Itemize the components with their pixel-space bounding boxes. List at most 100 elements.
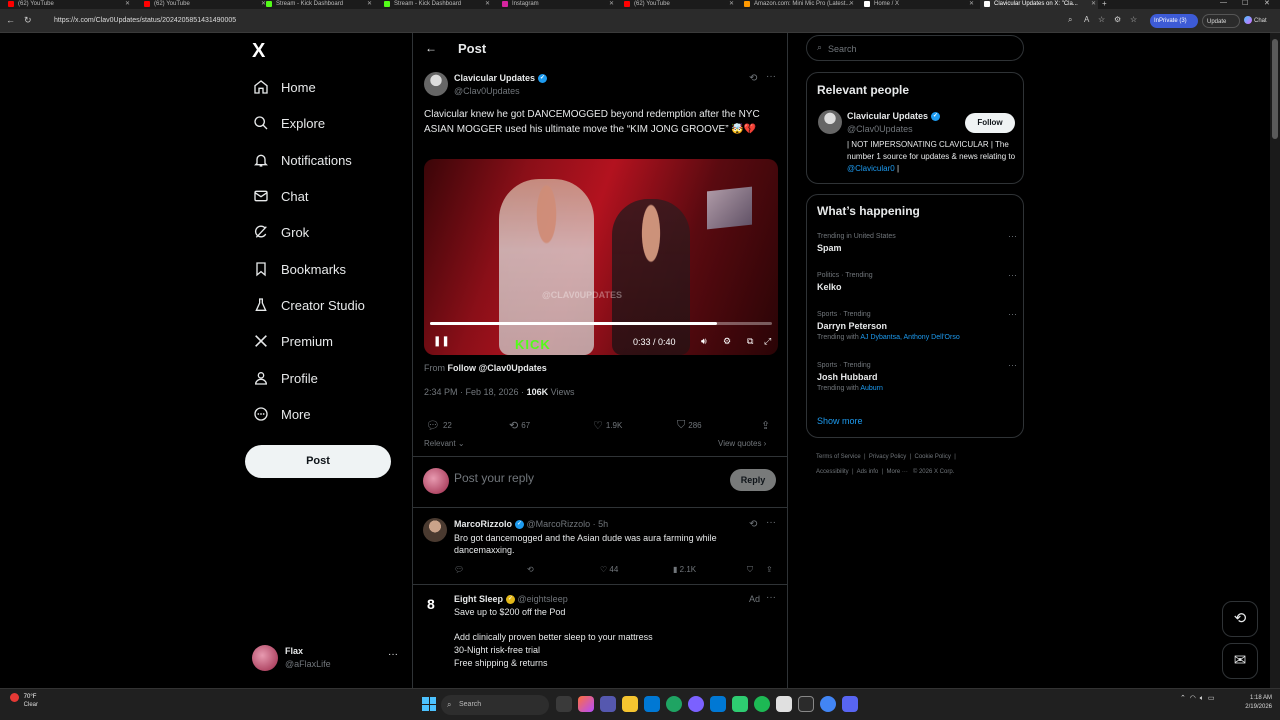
close-icon[interactable]: ✕ (125, 0, 130, 8)
windows-start-icon[interactable] (422, 697, 436, 711)
post-button[interactable]: Post (245, 445, 391, 478)
follow-button[interactable]: Follow (965, 113, 1015, 133)
share-icon[interactable]: ⇪ (766, 565, 773, 574)
trend-item[interactable]: Sports · Trending Darryn Peterson Trendi… (817, 309, 1017, 341)
repost-stat[interactable]: ⟲ 67 (509, 419, 530, 432)
close-icon[interactable]: ✕ (485, 0, 490, 8)
maximize-icon[interactable]: ☐ (1242, 0, 1248, 7)
new-tab-icon[interactable]: + (1102, 0, 1107, 8)
taskbar-search[interactable]: ⌕ Search (441, 695, 549, 715)
reply-stat[interactable]: 💬︎ 22 (426, 419, 452, 432)
comment-author-name[interactable]: MarcoRizzolo (454, 519, 512, 529)
account-switcher[interactable]: Flax @aFlaxLife ··· (252, 643, 402, 675)
more-dots-icon[interactable]: ··· (766, 592, 776, 603)
teams-icon[interactable] (600, 696, 616, 712)
grok-fab[interactable]: ⟲ (1222, 601, 1258, 637)
video-progress-bar[interactable] (430, 322, 772, 325)
browser-tab[interactable]: Home / X ✕ (860, 0, 976, 9)
eight-sleep-logo[interactable]: 8 (427, 596, 435, 612)
bookmark-stat[interactable]: ⛉ 286 (677, 419, 702, 432)
nav-home[interactable]: Home (252, 75, 316, 99)
nav-notifications[interactable]: Notifications (252, 148, 352, 172)
clock[interactable]: 1:18 AM 2/19/2026 (1228, 694, 1272, 712)
show-more-link[interactable]: Show more (817, 416, 863, 426)
comment-author-handle[interactable]: @MarcoRizzolo · 5h (527, 519, 609, 529)
inprivate-badge[interactable]: InPrivate (3) (1150, 14, 1198, 28)
person-handle[interactable]: @Clav0Updates (847, 124, 913, 134)
browser-tab[interactable]: (62) YouTube ✕ (4, 0, 132, 9)
nav-grok[interactable]: Grok (252, 220, 309, 244)
footer-link[interactable]: Cookie Policy (915, 454, 951, 460)
grok-icon[interactable]: ⟲ (749, 73, 757, 84)
chevron-up-icon[interactable]: ⌃ (1180, 695, 1186, 702)
ad-author-name[interactable]: Eight Sleep (454, 594, 503, 604)
views-stat[interactable]: ▮ 2.1K (673, 565, 696, 574)
pip-icon[interactable]: ⧉ (747, 336, 753, 347)
mail-app-icon[interactable] (710, 696, 726, 712)
more-dots-icon[interactable]: ··· (1008, 270, 1017, 280)
close-icon[interactable]: ✕ (849, 0, 854, 8)
close-icon[interactable]: ✕ (367, 0, 372, 8)
close-icon[interactable]: ✕ (1091, 0, 1096, 8)
like-stat[interactable]: ♡ 1.9K (593, 419, 622, 432)
more-dots-icon[interactable]: ··· (1008, 231, 1017, 241)
follow-source-link[interactable]: Follow @Clav0Updates (448, 363, 547, 373)
sort-relevant-dropdown[interactable]: Relevant ⌄ (424, 439, 465, 448)
browser-tab[interactable]: Stream - Kick Dashboard ✕ (262, 0, 374, 9)
zoom-icon[interactable]: ⌕ (1068, 15, 1072, 25)
bookmark-icon[interactable]: ⛉ (747, 565, 753, 575)
favorite-star-icon[interactable]: ☆ (1098, 15, 1105, 24)
avatar[interactable] (424, 72, 448, 96)
settings-icon[interactable]: ⚙ (723, 336, 731, 347)
back-arrow-icon[interactable]: ← (425, 41, 437, 55)
pause-icon[interactable]: ❚❚ (433, 336, 450, 347)
messages-fab[interactable]: ✉ (1222, 643, 1258, 679)
trend-item[interactable]: Politics · Trending Kelko ··· (817, 270, 1017, 292)
close-icon[interactable]: ✕ (609, 0, 614, 8)
nav-premium[interactable]: Premium (252, 329, 333, 353)
app-icon[interactable] (688, 696, 704, 712)
nav-more[interactable]: More (252, 402, 311, 426)
window-close-icon[interactable]: ✕ (1264, 0, 1270, 7)
back-icon[interactable]: ← (6, 15, 15, 25)
read-aloud-icon[interactable]: A (1084, 15, 1089, 24)
app-icon[interactable] (732, 696, 748, 712)
like-stat[interactable]: ♡ 44 (600, 565, 618, 574)
repost-icon[interactable]: ⟲ (527, 565, 534, 574)
obs-icon[interactable] (798, 696, 814, 712)
close-icon[interactable]: ✕ (969, 0, 974, 8)
browser-tab[interactable]: (62) YouTube ✕ (620, 0, 736, 9)
minimize-icon[interactable]: — (1220, 0, 1227, 6)
url-field[interactable]: https://x.com/Clav0Updates/status/202420… (48, 14, 1148, 28)
nav-explore[interactable]: Explore (252, 111, 325, 135)
collections-icon[interactable]: ☆ (1130, 15, 1137, 24)
trend-item[interactable]: Sports · Trending Josh Hubbard Trending … (817, 360, 1017, 392)
tweet-author-name[interactable]: Clavicular Updates ✓ (454, 73, 548, 84)
fullscreen-icon[interactable]: ⤢ (764, 336, 771, 347)
scrollbar-thumb[interactable] (1272, 39, 1278, 139)
reply-button[interactable]: Reply (730, 469, 776, 491)
reply-input[interactable]: Post your reply (454, 471, 534, 485)
more-dots-icon[interactable]: ··· (766, 517, 776, 528)
copilot-app-icon[interactable] (578, 696, 594, 712)
refresh-icon[interactable]: ↻ (24, 15, 32, 26)
bio-mention-link[interactable]: @Clavicular0 (847, 164, 895, 173)
x-logo[interactable]: X (252, 40, 265, 63)
avatar[interactable] (818, 110, 842, 134)
grok-icon[interactable]: ⟲ (749, 519, 757, 530)
more-dots-icon[interactable]: ··· (1008, 360, 1017, 370)
discord-icon[interactable] (842, 696, 858, 712)
extensions-icon[interactable]: ⚙ (1114, 15, 1121, 24)
app-icon[interactable] (776, 696, 792, 712)
copilot-chat-button[interactable]: Chat (1244, 14, 1267, 28)
tweet-author-handle[interactable]: @Clav0Updates (454, 86, 520, 96)
store-icon[interactable] (644, 696, 660, 712)
browser-tab[interactable]: Stream - Kick Dashboard ✕ (380, 0, 492, 9)
nav-bookmarks[interactable]: Bookmarks (252, 257, 346, 281)
trend-item[interactable]: Trending in United States Spam ··· (817, 231, 1017, 253)
footer-link[interactable]: Privacy Policy (869, 454, 906, 460)
footer-link[interactable]: More ··· (887, 469, 908, 475)
nav-chat[interactable]: Chat (252, 184, 308, 208)
browser-tab[interactable]: Amazon.com: Mini Mic Pro (Latest... ✕ (740, 0, 856, 9)
battery-icon[interactable]: ▭ (1208, 695, 1215, 702)
